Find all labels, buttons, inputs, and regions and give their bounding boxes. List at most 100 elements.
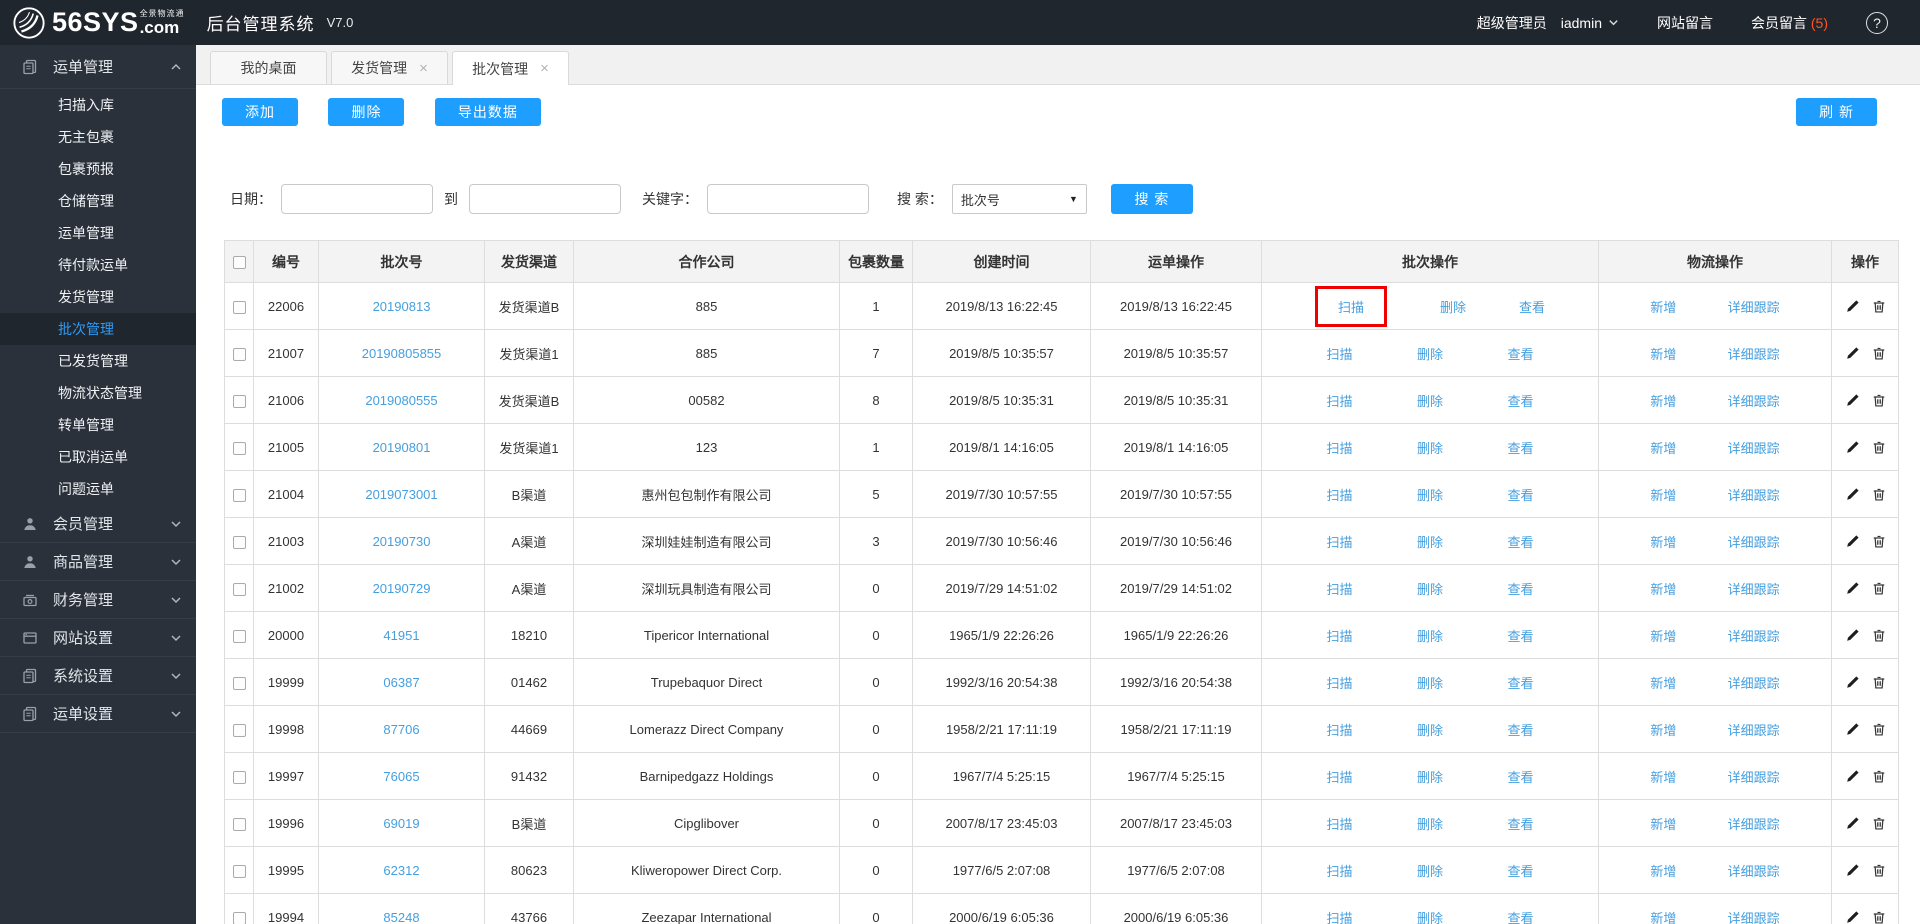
view-link[interactable]: 查看 <box>1507 720 1533 739</box>
add-link[interactable]: 新增 <box>1650 297 1676 316</box>
trash-icon[interactable] <box>1872 769 1886 784</box>
add-link[interactable]: 新增 <box>1650 438 1676 457</box>
scan-link[interactable]: 扫描 <box>1326 767 1352 786</box>
sidebar-subitem-transfer-management[interactable]: 转单管理 <box>0 409 196 441</box>
row-checkbox[interactable] <box>233 395 246 408</box>
add-link[interactable]: 新增 <box>1650 485 1676 504</box>
add-button[interactable]: 添加 <box>222 98 298 126</box>
scan-link[interactable]: 扫描 <box>1326 720 1352 739</box>
scan-link[interactable]: 扫描 <box>1326 908 1352 924</box>
select-all-checkbox[interactable] <box>233 256 246 269</box>
track-link[interactable]: 详细跟踪 <box>1728 626 1780 645</box>
sidebar-item-waybill-management[interactable]: 运单管理 <box>0 45 196 89</box>
delete-button[interactable]: 删除 <box>328 98 404 126</box>
site-messages-link[interactable]: 网站留言 <box>1657 13 1713 33</box>
delete-link[interactable]: 删除 <box>1417 767 1443 786</box>
scan-link[interactable]: 扫描 <box>1326 626 1352 645</box>
sidebar-subitem-logistics-status-management[interactable]: 物流状态管理 <box>0 377 196 409</box>
scan-link[interactable]: 扫描 <box>1326 532 1352 551</box>
delete-link[interactable]: 删除 <box>1417 908 1443 924</box>
scan-link[interactable]: 扫描 <box>1326 861 1352 880</box>
edit-icon[interactable] <box>1845 299 1860 314</box>
batch-no-link[interactable]: 41951 <box>383 628 419 643</box>
delete-link[interactable]: 删除 <box>1417 861 1443 880</box>
batch-no-link[interactable]: 20190813 <box>373 299 431 314</box>
batch-no-link[interactable]: 85248 <box>383 910 419 924</box>
sidebar-subitem-pending-payment-waybill[interactable]: 待付款运单 <box>0 249 196 281</box>
row-checkbox[interactable] <box>233 489 246 502</box>
delete-link[interactable]: 删除 <box>1417 438 1443 457</box>
row-checkbox[interactable] <box>233 724 246 737</box>
edit-icon[interactable] <box>1845 722 1860 737</box>
track-link[interactable]: 详细跟踪 <box>1728 344 1780 363</box>
edit-icon[interactable] <box>1845 440 1860 455</box>
sidebar-subitem-shipping-management[interactable]: 发货管理 <box>0 281 196 313</box>
add-link[interactable]: 新增 <box>1650 673 1676 692</box>
trash-icon[interactable] <box>1872 722 1886 737</box>
trash-icon[interactable] <box>1872 346 1886 361</box>
member-messages-link[interactable]: 会员留言 (5) <box>1751 13 1828 33</box>
view-link[interactable]: 查看 <box>1507 767 1533 786</box>
sidebar-item-finance-management[interactable]: 财务管理 <box>0 581 196 619</box>
row-checkbox[interactable] <box>233 583 246 596</box>
refresh-button[interactable]: 刷 新 <box>1796 98 1877 126</box>
trash-icon[interactable] <box>1872 534 1886 549</box>
sidebar-item-product-management[interactable]: 商品管理 <box>0 543 196 581</box>
row-checkbox[interactable] <box>233 912 246 924</box>
row-checkbox[interactable] <box>233 348 246 361</box>
sidebar-item-member-management[interactable]: 会员管理 <box>0 505 196 543</box>
sidebar-subitem-shipped-management[interactable]: 已发货管理 <box>0 345 196 377</box>
trash-icon[interactable] <box>1872 487 1886 502</box>
edit-icon[interactable] <box>1845 675 1860 690</box>
track-link[interactable]: 详细跟踪 <box>1728 767 1780 786</box>
track-link[interactable]: 详细跟踪 <box>1728 814 1780 833</box>
sidebar-subitem-waybill-management[interactable]: 运单管理 <box>0 217 196 249</box>
view-link[interactable]: 查看 <box>1507 908 1533 924</box>
view-link[interactable]: 查看 <box>1507 438 1533 457</box>
edit-icon[interactable] <box>1845 769 1860 784</box>
trash-icon[interactable] <box>1872 863 1886 878</box>
delete-link[interactable]: 删除 <box>1417 391 1443 410</box>
sidebar-item-site-settings[interactable]: 网站设置 <box>0 619 196 657</box>
batch-no-link[interactable]: 20190805855 <box>362 346 442 361</box>
delete-link[interactable]: 删除 <box>1417 626 1443 645</box>
scan-link[interactable]: 扫描 <box>1326 814 1352 833</box>
scan-link[interactable]: 扫描 <box>1326 579 1352 598</box>
track-link[interactable]: 详细跟踪 <box>1728 908 1780 924</box>
batch-no-link[interactable]: 20190801 <box>373 440 431 455</box>
add-link[interactable]: 新增 <box>1650 861 1676 880</box>
delete-link[interactable]: 删除 <box>1417 814 1443 833</box>
batch-no-link[interactable]: 87706 <box>383 722 419 737</box>
view-link[interactable]: 查看 <box>1507 579 1533 598</box>
view-link[interactable]: 查看 <box>1507 485 1533 504</box>
sidebar-item-waybill-settings[interactable]: 运单设置 <box>0 695 196 733</box>
edit-icon[interactable] <box>1845 393 1860 408</box>
date-to-input[interactable] <box>469 184 621 214</box>
add-link[interactable]: 新增 <box>1650 626 1676 645</box>
row-checkbox[interactable] <box>233 865 246 878</box>
track-link[interactable]: 详细跟踪 <box>1728 438 1780 457</box>
trash-icon[interactable] <box>1872 440 1886 455</box>
search-button[interactable]: 搜 索 <box>1111 184 1193 214</box>
add-link[interactable]: 新增 <box>1650 532 1676 551</box>
row-checkbox[interactable] <box>233 301 246 314</box>
batch-no-link[interactable]: 2019073001 <box>365 487 437 502</box>
edit-icon[interactable] <box>1845 910 1860 924</box>
sidebar-subitem-scan-inbound[interactable]: 扫描入库 <box>0 89 196 121</box>
sidebar-subitem-problem-waybill[interactable]: 问题运单 <box>0 473 196 505</box>
scan-link[interactable]: 扫描 <box>1326 391 1352 410</box>
view-link[interactable]: 查看 <box>1507 673 1533 692</box>
batch-no-link[interactable]: 62312 <box>383 863 419 878</box>
track-link[interactable]: 详细跟踪 <box>1728 579 1780 598</box>
delete-link[interactable]: 删除 <box>1417 485 1443 504</box>
track-link[interactable]: 详细跟踪 <box>1728 720 1780 739</box>
row-checkbox[interactable] <box>233 630 246 643</box>
batch-no-link[interactable]: 20190729 <box>373 581 431 596</box>
track-link[interactable]: 详细跟踪 <box>1728 532 1780 551</box>
trash-icon[interactable] <box>1872 581 1886 596</box>
sidebar-subitem-batch-management[interactable]: 批次管理 <box>0 313 196 345</box>
batch-no-link[interactable]: 06387 <box>383 675 419 690</box>
edit-icon[interactable] <box>1845 816 1860 831</box>
scan-link[interactable]: 扫描 <box>1326 344 1352 363</box>
add-link[interactable]: 新增 <box>1650 720 1676 739</box>
